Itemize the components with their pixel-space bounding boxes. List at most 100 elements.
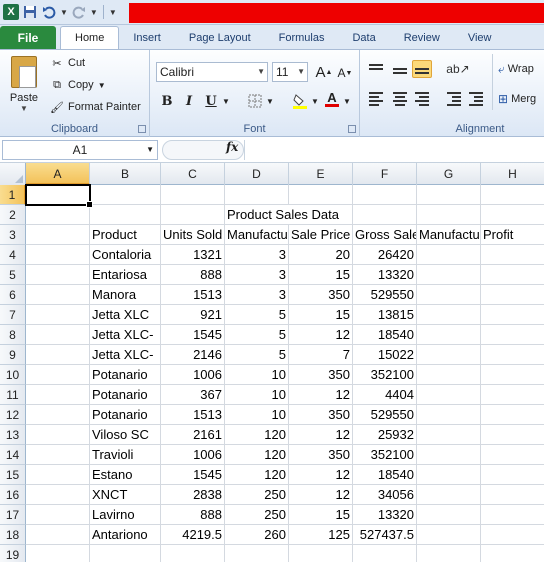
bottom-align-button[interactable] — [412, 60, 432, 78]
cell-h12[interactable] — [481, 405, 544, 425]
cell-f4[interactable]: 26420 — [353, 245, 417, 265]
undo-icon[interactable] — [41, 4, 57, 20]
cell-e7[interactable]: 15 — [289, 305, 353, 325]
cell-d11[interactable]: 10 — [225, 385, 289, 405]
formula-input[interactable] — [244, 140, 544, 160]
copy-button[interactable]: ⧉ Copy ▼ — [50, 76, 106, 94]
cell-g9[interactable] — [417, 345, 481, 365]
cell-b8[interactable]: Jetta XLC- — [90, 325, 161, 345]
cell-c17[interactable]: 888 — [161, 505, 225, 525]
row-header-3[interactable]: 3 — [0, 225, 26, 245]
paste-dropdown-icon[interactable]: ▼ — [6, 104, 42, 113]
cell-h3[interactable]: Profit — [481, 225, 544, 245]
cell-d16[interactable]: 250 — [225, 485, 289, 505]
cell-b6[interactable]: Manora — [90, 285, 161, 305]
row-header-4[interactable]: 4 — [0, 245, 26, 265]
cell-g3[interactable]: Manufacturing — [417, 225, 481, 245]
cell-b17[interactable]: Lavirno — [90, 505, 161, 525]
column-header-d[interactable]: D — [225, 163, 289, 185]
file-tab[interactable]: File — [0, 26, 56, 49]
customize-qat-icon[interactable]: ▼ — [109, 8, 117, 17]
tab-view[interactable]: View — [454, 27, 506, 49]
column-header-f[interactable]: F — [353, 163, 417, 185]
cell-h16[interactable] — [481, 485, 544, 505]
tab-page-layout[interactable]: Page Layout — [175, 27, 265, 49]
cell-f1[interactable] — [353, 185, 417, 205]
cell-b12[interactable]: Potanario — [90, 405, 161, 425]
row-header-9[interactable]: 9 — [0, 345, 26, 365]
cut-button[interactable]: ✂ Cut — [50, 54, 85, 72]
cell-b13[interactable]: Viloso SC — [90, 425, 161, 445]
tab-formulas[interactable]: Formulas — [265, 27, 339, 49]
cell-g15[interactable] — [417, 465, 481, 485]
cell-a16[interactable] — [26, 485, 90, 505]
row-header-10[interactable]: 10 — [0, 365, 26, 385]
cell-d2[interactable]: Product Sales Data — [225, 205, 353, 225]
font-size-dropdown-icon[interactable]: ▼ — [297, 63, 305, 81]
cell-c13[interactable]: 2161 — [161, 425, 225, 445]
cell-e15[interactable]: 12 — [289, 465, 353, 485]
borders-button[interactable] — [246, 92, 264, 110]
cell-a4[interactable] — [26, 245, 90, 265]
cell-g7[interactable] — [417, 305, 481, 325]
cell-h9[interactable] — [481, 345, 544, 365]
cell-b5[interactable]: Entariosa — [90, 265, 161, 285]
cell-c3[interactable]: Units Sold — [161, 225, 225, 245]
cell-d7[interactable]: 5 — [225, 305, 289, 325]
cell-d17[interactable]: 250 — [225, 505, 289, 525]
cell-d5[interactable]: 3 — [225, 265, 289, 285]
cell-b7[interactable]: Jetta XLC — [90, 305, 161, 325]
column-header-g[interactable]: G — [417, 163, 481, 185]
cell-h1[interactable] — [481, 185, 544, 205]
grow-font-button[interactable]: A ▲ — [314, 63, 334, 81]
cell-b1[interactable] — [90, 185, 161, 205]
cell-e4[interactable]: 20 — [289, 245, 353, 265]
orientation-button[interactable]: ab↗ — [446, 60, 470, 78]
tab-home[interactable]: Home — [60, 26, 120, 49]
select-all-button[interactable] — [0, 163, 26, 185]
cell-c11[interactable]: 367 — [161, 385, 225, 405]
cell-h14[interactable] — [481, 445, 544, 465]
cell-g12[interactable] — [417, 405, 481, 425]
row-header-11[interactable]: 11 — [0, 385, 26, 405]
cell-b2[interactable] — [90, 205, 161, 225]
cell-f9[interactable]: 15022 — [353, 345, 417, 365]
cell-h10[interactable] — [481, 365, 544, 385]
merge-center-button[interactable]: ⊞ Merg — [498, 90, 536, 108]
font-size-combobox[interactable]: 11 ▼ — [272, 62, 308, 82]
cell-f7[interactable]: 13815 — [353, 305, 417, 325]
column-header-h[interactable]: H — [481, 163, 544, 185]
cell-c18[interactable]: 4219.5 — [161, 525, 225, 545]
cell-g17[interactable] — [417, 505, 481, 525]
cell-b19[interactable] — [90, 545, 161, 562]
copy-dropdown-icon[interactable]: ▼ — [98, 81, 106, 90]
clipboard-launcher-icon[interactable] — [138, 125, 146, 133]
cell-d13[interactable]: 120 — [225, 425, 289, 445]
cell-c15[interactable]: 1545 — [161, 465, 225, 485]
cell-b16[interactable]: XNCT — [90, 485, 161, 505]
cell-a8[interactable] — [26, 325, 90, 345]
row-header-17[interactable]: 17 — [0, 505, 26, 525]
cell-e17[interactable]: 15 — [289, 505, 353, 525]
cell-e19[interactable] — [289, 545, 353, 562]
cell-h2[interactable] — [481, 205, 544, 225]
column-header-e[interactable]: E — [289, 163, 353, 185]
cell-h13[interactable] — [481, 425, 544, 445]
cell-f11[interactable]: 4404 — [353, 385, 417, 405]
cell-c16[interactable]: 2838 — [161, 485, 225, 505]
cell-a12[interactable] — [26, 405, 90, 425]
cell-c5[interactable]: 888 — [161, 265, 225, 285]
cell-g6[interactable] — [417, 285, 481, 305]
row-header-5[interactable]: 5 — [0, 265, 26, 285]
format-painter-button[interactable]: 🖌 Format Painter — [50, 98, 141, 116]
cell-a13[interactable] — [26, 425, 90, 445]
align-right-button[interactable] — [412, 90, 432, 108]
cell-b18[interactable]: Antariono — [90, 525, 161, 545]
tab-data[interactable]: Data — [338, 27, 389, 49]
cell-a5[interactable] — [26, 265, 90, 285]
increase-indent-button[interactable] — [466, 90, 486, 108]
cell-c9[interactable]: 2146 — [161, 345, 225, 365]
excel-logo-icon[interactable]: X — [3, 4, 19, 20]
borders-dropdown-icon[interactable]: ▼ — [265, 92, 275, 110]
cell-c4[interactable]: 1321 — [161, 245, 225, 265]
